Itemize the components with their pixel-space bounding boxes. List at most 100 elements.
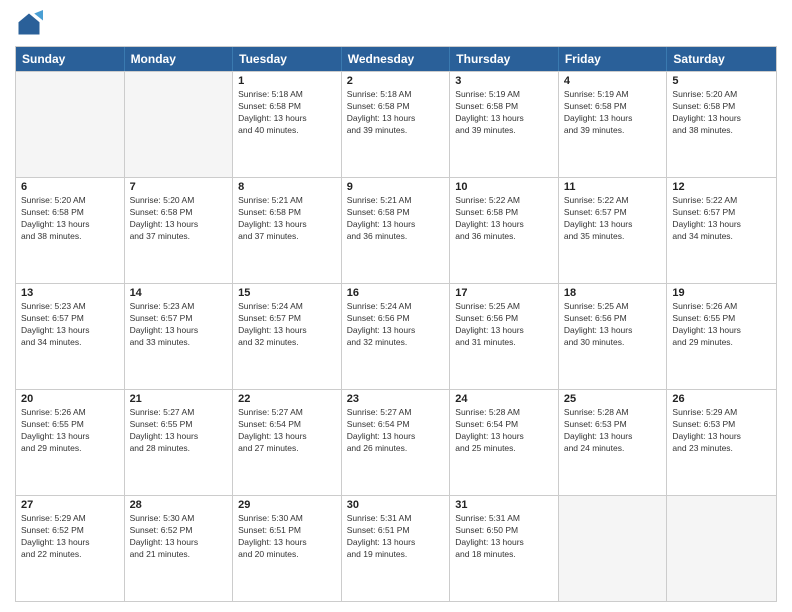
header-day-tuesday: Tuesday [233,47,342,71]
day-info: Sunrise: 5:30 AM Sunset: 6:51 PM Dayligh… [238,513,336,561]
calendar-row-4: 20 Sunrise: 5:26 AM Sunset: 6:55 PM Dayli… [16,389,776,495]
day-number: 9 [347,181,445,193]
day-number: 31 [455,499,553,511]
calendar-cell: 7 Sunrise: 5:20 AM Sunset: 6:58 PM Daylig… [125,178,234,283]
day-number: 2 [347,75,445,87]
day-info: Sunrise: 5:26 AM Sunset: 6:55 PM Dayligh… [21,407,119,455]
header-day-thursday: Thursday [450,47,559,71]
day-number: 21 [130,393,228,405]
day-number: 16 [347,287,445,299]
day-number: 5 [672,75,771,87]
header-day-friday: Friday [559,47,668,71]
calendar-cell [16,72,125,177]
day-info: Sunrise: 5:22 AM Sunset: 6:57 PM Dayligh… [672,195,771,243]
day-info: Sunrise: 5:22 AM Sunset: 6:57 PM Dayligh… [564,195,662,243]
calendar-cell: 21 Sunrise: 5:27 AM Sunset: 6:55 PM Dayli… [125,390,234,495]
calendar-cell: 6 Sunrise: 5:20 AM Sunset: 6:58 PM Daylig… [16,178,125,283]
day-number: 25 [564,393,662,405]
calendar-cell: 10 Sunrise: 5:22 AM Sunset: 6:58 PM Dayli… [450,178,559,283]
calendar-cell: 8 Sunrise: 5:21 AM Sunset: 6:58 PM Daylig… [233,178,342,283]
day-info: Sunrise: 5:29 AM Sunset: 6:53 PM Dayligh… [672,407,771,455]
day-info: Sunrise: 5:25 AM Sunset: 6:56 PM Dayligh… [455,301,553,349]
day-info: Sunrise: 5:25 AM Sunset: 6:56 PM Dayligh… [564,301,662,349]
calendar-cell: 3 Sunrise: 5:19 AM Sunset: 6:58 PM Daylig… [450,72,559,177]
day-info: Sunrise: 5:19 AM Sunset: 6:58 PM Dayligh… [455,89,553,137]
calendar-row-3: 13 Sunrise: 5:23 AM Sunset: 6:57 PM Dayli… [16,283,776,389]
day-number: 12 [672,181,771,193]
day-info: Sunrise: 5:19 AM Sunset: 6:58 PM Dayligh… [564,89,662,137]
day-number: 6 [21,181,119,193]
day-info: Sunrise: 5:27 AM Sunset: 6:55 PM Dayligh… [130,407,228,455]
calendar-cell: 26 Sunrise: 5:29 AM Sunset: 6:53 PM Dayli… [667,390,776,495]
calendar-cell: 2 Sunrise: 5:18 AM Sunset: 6:58 PM Daylig… [342,72,451,177]
day-info: Sunrise: 5:29 AM Sunset: 6:52 PM Dayligh… [21,513,119,561]
day-number: 10 [455,181,553,193]
day-info: Sunrise: 5:26 AM Sunset: 6:55 PM Dayligh… [672,301,771,349]
calendar-cell: 12 Sunrise: 5:22 AM Sunset: 6:57 PM Dayli… [667,178,776,283]
day-info: Sunrise: 5:31 AM Sunset: 6:51 PM Dayligh… [347,513,445,561]
day-info: Sunrise: 5:20 AM Sunset: 6:58 PM Dayligh… [21,195,119,243]
calendar-cell: 23Sunrise: 5:27 AM Sunset: 6:54 PM Dayli… [342,390,451,495]
header-day-monday: Monday [125,47,234,71]
day-info: Sunrise: 5:18 AM Sunset: 6:58 PM Dayligh… [347,89,445,137]
day-number: 20 [21,393,119,405]
day-number: 18 [564,287,662,299]
calendar-body: 1Sunrise: 5:18 AM Sunset: 6:58 PM Daylig… [16,71,776,601]
day-number: 28 [130,499,228,511]
day-info: Sunrise: 5:23 AM Sunset: 6:57 PM Dayligh… [130,301,228,349]
day-info: Sunrise: 5:28 AM Sunset: 6:54 PM Dayligh… [455,407,553,455]
day-number: 22 [238,393,336,405]
day-number: 29 [238,499,336,511]
calendar-cell: 1Sunrise: 5:18 AM Sunset: 6:58 PM Daylig… [233,72,342,177]
day-info: Sunrise: 5:31 AM Sunset: 6:50 PM Dayligh… [455,513,553,561]
calendar-header: SundayMondayTuesdayWednesdayThursdayFrid… [16,47,776,71]
day-number: 3 [455,75,553,87]
header-day-sunday: Sunday [16,47,125,71]
calendar-cell: 27 Sunrise: 5:29 AM Sunset: 6:52 PM Dayli… [16,496,125,601]
day-info: Sunrise: 5:21 AM Sunset: 6:58 PM Dayligh… [238,195,336,243]
day-info: Sunrise: 5:30 AM Sunset: 6:52 PM Dayligh… [130,513,228,561]
calendar-cell: 11 Sunrise: 5:22 AM Sunset: 6:57 PM Dayli… [559,178,668,283]
calendar-cell: 28 Sunrise: 5:30 AM Sunset: 6:52 PM Dayli… [125,496,234,601]
calendar-row-5: 27 Sunrise: 5:29 AM Sunset: 6:52 PM Dayli… [16,495,776,601]
calendar-cell: 24 Sunrise: 5:28 AM Sunset: 6:54 PM Dayli… [450,390,559,495]
calendar-row-2: 6 Sunrise: 5:20 AM Sunset: 6:58 PM Daylig… [16,177,776,283]
day-info: Sunrise: 5:27 AM Sunset: 6:54 PM Dayligh… [347,407,445,455]
calendar-cell: 19Sunrise: 5:26 AM Sunset: 6:55 PM Dayli… [667,284,776,389]
day-number: 4 [564,75,662,87]
calendar-cell: 29 Sunrise: 5:30 AM Sunset: 6:51 PM Dayli… [233,496,342,601]
day-info: Sunrise: 5:20 AM Sunset: 6:58 PM Dayligh… [130,195,228,243]
calendar-cell: 25 Sunrise: 5:28 AM Sunset: 6:53 PM Dayli… [559,390,668,495]
day-info: Sunrise: 5:20 AM Sunset: 6:58 PM Dayligh… [672,89,771,137]
day-number: 7 [130,181,228,193]
page: SundayMondayTuesdayWednesdayThursdayFrid… [0,0,792,612]
header-day-saturday: Saturday [667,47,776,71]
day-number: 30 [347,499,445,511]
header-day-wednesday: Wednesday [342,47,451,71]
day-info: Sunrise: 5:27 AM Sunset: 6:54 PM Dayligh… [238,407,336,455]
header [15,10,777,38]
day-info: Sunrise: 5:22 AM Sunset: 6:58 PM Dayligh… [455,195,553,243]
logo-icon [15,10,43,38]
calendar-cell: 30 Sunrise: 5:31 AM Sunset: 6:51 PM Dayli… [342,496,451,601]
day-number: 27 [21,499,119,511]
day-number: 15 [238,287,336,299]
calendar-cell: 4 Sunrise: 5:19 AM Sunset: 6:58 PM Daylig… [559,72,668,177]
day-number: 13 [21,287,119,299]
logo [15,10,47,38]
day-number: 26 [672,393,771,405]
calendar-cell [125,72,234,177]
day-info: Sunrise: 5:21 AM Sunset: 6:58 PM Dayligh… [347,195,445,243]
calendar-cell: 9 Sunrise: 5:21 AM Sunset: 6:58 PM Daylig… [342,178,451,283]
day-info: Sunrise: 5:23 AM Sunset: 6:57 PM Dayligh… [21,301,119,349]
calendar-cell: 14Sunrise: 5:23 AM Sunset: 6:57 PM Dayli… [125,284,234,389]
day-number: 11 [564,181,662,193]
calendar-cell: 20 Sunrise: 5:26 AM Sunset: 6:55 PM Dayli… [16,390,125,495]
calendar-cell: 31 Sunrise: 5:31 AM Sunset: 6:50 PM Dayli… [450,496,559,601]
day-number: 24 [455,393,553,405]
calendar: SundayMondayTuesdayWednesdayThursdayFrid… [15,46,777,602]
day-info: Sunrise: 5:28 AM Sunset: 6:53 PM Dayligh… [564,407,662,455]
day-number: 8 [238,181,336,193]
calendar-cell: 16Sunrise: 5:24 AM Sunset: 6:56 PM Dayli… [342,284,451,389]
calendar-cell [559,496,668,601]
